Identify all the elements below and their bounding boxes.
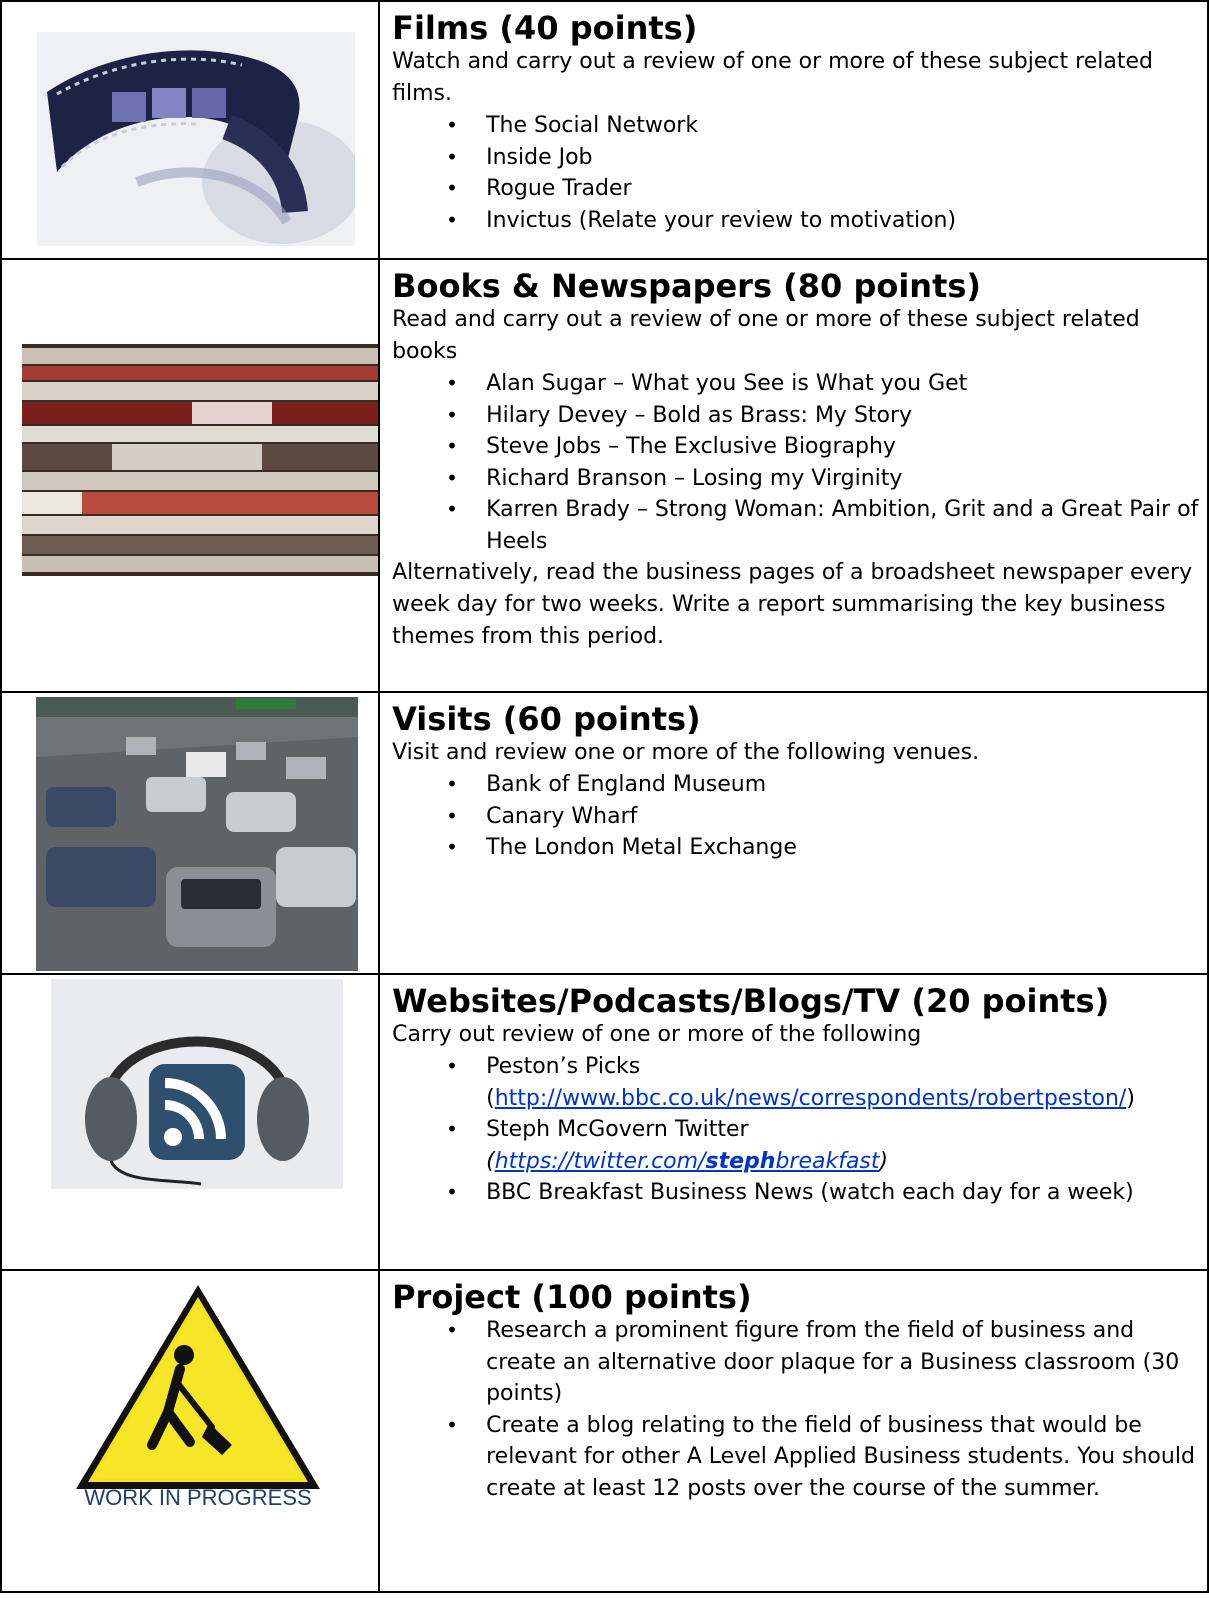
list-item: Alan Sugar – What you See is What you Ge… (446, 368, 1199, 400)
list-item: Bank of England Museum (446, 769, 1199, 801)
books-title: Books & Newspapers (80 points) (392, 267, 982, 305)
project-list: Research a prominent figure from the fie… (392, 1315, 1199, 1504)
peston-link[interactable]: http://www.bbc.co.uk/news/correspondents… (495, 1086, 1127, 1111)
list-item: Research a prominent figure from the fie… (446, 1315, 1199, 1410)
headphones-rss-image (51, 979, 343, 1189)
websites-list: Peston’s Picks (http://www.bbc.co.uk/new… (392, 1051, 1199, 1209)
books-image-cell (0, 258, 381, 693)
link-part: https://twitter.com/ (494, 1148, 706, 1174)
link-part-bold: steph (705, 1148, 776, 1174)
project-text-cell: Project (100 points) Research a prominen… (378, 1269, 1209, 1593)
books-intro: Read and carry out a review of one or mo… (392, 307, 1140, 364)
list-item: BBC Breakfast Business News (watch each … (446, 1177, 1199, 1209)
row-books: Books & Newspapers (80 points) Read and … (0, 258, 1209, 693)
websites-title: Websites/Podcasts/Blogs/TV (20 points) (392, 982, 1110, 1020)
steph-label: Steph McGovern Twitter (486, 1117, 749, 1142)
peston-label: Peston’s Picks (486, 1054, 641, 1079)
films-image-cell (0, 0, 381, 260)
list-item: Invictus (Relate your review to motivati… (446, 205, 1199, 237)
film-reel-image (37, 32, 355, 246)
activities-table: Films (40 points) Watch and carry out a … (0, 0, 1209, 1593)
newspaper-stack-image (22, 344, 378, 576)
list-item: Steph McGovern Twitter (https://twitter.… (446, 1114, 1199, 1177)
link-part: breakfast (775, 1148, 880, 1174)
visits-intro: Visit and review one or more of the foll… (392, 740, 980, 765)
paren-close: ) (879, 1148, 889, 1174)
list-item: The London Metal Exchange (446, 832, 1199, 864)
project-title: Project (100 points) (392, 1278, 752, 1316)
list-item: Create a blog relating to the field of b… (446, 1410, 1199, 1505)
visits-image-cell (0, 691, 381, 975)
row-websites: Websites/Podcasts/Blogs/TV (20 points) C… (0, 973, 1209, 1271)
list-item: Richard Branson – Losing my Virginity (446, 463, 1199, 495)
list-item: Hilary Devey – Bold as Brass: My Story (446, 400, 1199, 432)
books-list: Alan Sugar – What you See is What you Ge… (392, 368, 1199, 557)
films-text-cell: Films (40 points) Watch and carry out a … (378, 0, 1209, 260)
row-visits: Visits (60 points) Visit and review one … (0, 691, 1209, 975)
paren-open: ( (486, 1148, 495, 1174)
list-item: Canary Wharf (446, 801, 1199, 833)
films-list: The Social Network Inside Job Rogue Trad… (392, 110, 1199, 236)
steph-twitter-link[interactable]: https://twitter.com/stephbreakfast (495, 1149, 880, 1174)
visits-text-cell: Visits (60 points) Visit and review one … (378, 691, 1209, 975)
row-project: WORK IN PROGRESS Project (100 points) Re… (0, 1269, 1209, 1593)
sign-text: WORK IN PROGRESS (84, 1485, 311, 1509)
paren-open: ( (486, 1085, 495, 1111)
books-outro: Alternatively, read the business pages o… (392, 560, 1193, 649)
list-item: Rogue Trader (446, 173, 1199, 205)
films-intro: Watch and carry out a review of one or m… (392, 49, 1153, 106)
list-item: Karren Brady – Strong Woman: Ambition, G… (446, 494, 1199, 557)
list-item: Peston’s Picks (http://www.bbc.co.uk/new… (446, 1051, 1199, 1114)
websites-intro: Carry out review of one or more of the f… (392, 1022, 922, 1047)
visits-title: Visits (60 points) (392, 700, 701, 738)
row-films: Films (40 points) Watch and carry out a … (0, 0, 1209, 260)
list-item: Steve Jobs – The Exclusive Biography (446, 431, 1199, 463)
paren-close: ) (1126, 1085, 1135, 1111)
traffic-photo-image (36, 697, 358, 971)
visits-list: Bank of England Museum Canary Wharf The … (392, 769, 1199, 864)
work-in-progress-image: WORK IN PROGRESS (72, 1277, 324, 1509)
films-title: Films (40 points) (392, 9, 698, 47)
project-image-cell: WORK IN PROGRESS (0, 1269, 381, 1593)
websites-text-cell: Websites/Podcasts/Blogs/TV (20 points) C… (378, 973, 1209, 1271)
list-item: Inside Job (446, 142, 1199, 174)
books-text-cell: Books & Newspapers (80 points) Read and … (378, 258, 1209, 693)
websites-image-cell (0, 973, 381, 1271)
list-item: The Social Network (446, 110, 1199, 142)
